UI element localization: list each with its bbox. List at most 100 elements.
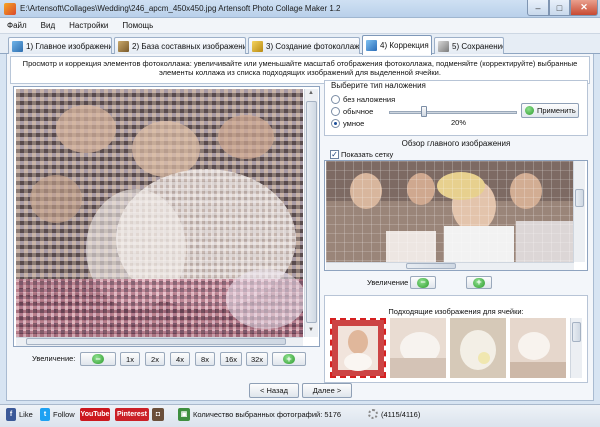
- tab-create-collage[interactable]: 3) Создание фотоколлажа: [248, 37, 360, 54]
- youtube-button[interactable]: YouTube: [80, 407, 110, 421]
- suitable-image-thumb[interactable]: [510, 318, 566, 378]
- tab-label: 1) Главное изображение: [26, 41, 112, 51]
- overlay-slider-thumb[interactable]: [421, 106, 427, 117]
- zoom-1x-button[interactable]: 1x: [120, 352, 140, 366]
- progress-text: (4115/4116): [381, 409, 421, 419]
- zoom-label: Увеличение:: [32, 354, 76, 363]
- suitable-image-thumb[interactable]: [390, 318, 446, 378]
- tab-bar: 1) Главное изображение 2) База составных…: [0, 34, 600, 55]
- scroll-down-arrow-icon[interactable]: ▼: [305, 327, 317, 333]
- facebook-icon: f: [6, 407, 16, 421]
- radio-no-overlay-label: без наложения: [343, 95, 396, 104]
- tab-label: 5) Сохранение: [452, 41, 504, 51]
- photo-count-status: ▣ Количество выбранных фотографий: 5176: [178, 407, 341, 421]
- zoom-4x-button[interactable]: 4x: [170, 352, 190, 366]
- twitter-icon: t: [40, 407, 50, 421]
- overview-vertical-scrollbar[interactable]: [573, 161, 585, 262]
- cube-icon: [366, 40, 377, 51]
- overlay-percent-value: 20%: [451, 118, 467, 127]
- image-icon: [12, 40, 23, 52]
- zoom-out-button[interactable]: −: [80, 352, 116, 366]
- menu-settings[interactable]: Настройки: [62, 21, 115, 30]
- overview-canvas[interactable]: [326, 161, 574, 262]
- scroll-thumb[interactable]: [406, 263, 456, 269]
- zoom-32x-button[interactable]: 32x: [246, 352, 268, 366]
- overlay-type-title: Выберите тип наложения: [331, 81, 426, 90]
- pinterest-logo: Pinterest: [115, 407, 149, 421]
- maximize-button[interactable]: □: [549, 0, 570, 16]
- menu-bar: Файл Вид Настройки Помощь: [0, 18, 600, 34]
- youtube-logo: YouTube: [80, 407, 110, 421]
- window-title: E:\Artensoft\Collages\Wedding\246_apcm_4…: [20, 4, 341, 13]
- progress-status: (4115/4116): [368, 407, 420, 421]
- facebook-like-button[interactable]: f Like: [6, 407, 33, 421]
- zoom-16x-button[interactable]: 16x: [220, 352, 242, 366]
- overview-zoom-in-button[interactable]: +: [466, 276, 492, 289]
- scroll-thumb[interactable]: [575, 189, 584, 207]
- instagram-icon: ◘: [152, 407, 164, 421]
- zoom-2x-button[interactable]: 2x: [145, 352, 165, 366]
- instagram-button[interactable]: ◘: [152, 407, 164, 421]
- tab-correction[interactable]: 4) Коррекция: [362, 35, 432, 55]
- minus-icon: −: [417, 277, 429, 288]
- overview-zoom-out-button[interactable]: −: [410, 276, 436, 289]
- overlay-slider-track[interactable]: [389, 111, 517, 114]
- tab-label: 4) Коррекция: [380, 41, 429, 50]
- overview-zoom-label: Увеличение: [367, 278, 409, 287]
- plus-icon: +: [473, 277, 485, 288]
- overview-horizontal-scrollbar[interactable]: [326, 262, 574, 270]
- menu-file[interactable]: Файл: [0, 21, 34, 30]
- scroll-up-arrow-icon[interactable]: ▲: [305, 90, 317, 96]
- collage-preview-canvas[interactable]: [16, 89, 303, 337]
- radio-smart-overlay-label: умное: [343, 119, 365, 128]
- suitable-images-strip[interactable]: [328, 318, 568, 378]
- twitter-follow-button[interactable]: t Follow: [40, 407, 75, 421]
- tab-main-image[interactable]: 1) Главное изображение: [8, 37, 112, 54]
- close-button[interactable]: ✕: [570, 0, 598, 16]
- save-icon: [438, 40, 449, 52]
- tab-label: 3) Создание фотоколлажа: [266, 41, 360, 51]
- menu-view[interactable]: Вид: [34, 21, 62, 30]
- apply-button-label: Применить: [537, 106, 576, 115]
- scroll-thumb[interactable]: [306, 101, 317, 323]
- tab-image-database[interactable]: 2) База составных изображений: [114, 37, 246, 54]
- radio-smart-overlay[interactable]: [331, 119, 340, 128]
- zoom-in-button[interactable]: +: [272, 352, 306, 366]
- menu-help[interactable]: Помощь: [115, 21, 160, 30]
- preview-horizontal-scrollbar[interactable]: [16, 337, 303, 346]
- zoom-8x-button[interactable]: 8x: [195, 352, 215, 366]
- app-logo-icon: [4, 3, 16, 15]
- tab-label: 2) База составных изображений: [132, 41, 246, 51]
- refresh-icon: [525, 106, 534, 115]
- photo-count-text: Количество выбранных фотографий: 5176: [193, 409, 342, 419]
- preview-vertical-scrollbar[interactable]: ▲ ▼: [304, 89, 318, 337]
- twitter-follow-label: Follow: [53, 409, 75, 419]
- database-icon: [118, 40, 129, 52]
- suitable-images-scrollbar[interactable]: [570, 318, 582, 378]
- show-grid-checkbox[interactable]: ✓: [330, 150, 339, 159]
- suitable-image-thumb[interactable]: [330, 318, 386, 378]
- facebook-like-label: Like: [19, 409, 33, 419]
- plus-icon: +: [283, 354, 295, 364]
- loading-spinner-icon: [368, 409, 378, 419]
- minimize-button[interactable]: –: [527, 0, 549, 16]
- scroll-thumb[interactable]: [572, 322, 581, 342]
- suitable-image-thumb[interactable]: [450, 318, 506, 378]
- suitable-images-title: Подходящие изображения для ячейки:: [388, 307, 524, 316]
- overview-title: Обзор главного изображения: [401, 139, 511, 148]
- scroll-thumb[interactable]: [26, 338, 286, 345]
- pinterest-button[interactable]: Pinterest: [115, 407, 149, 421]
- minus-icon: −: [92, 354, 104, 364]
- radio-normal-overlay-label: обычное: [343, 107, 374, 116]
- description-line-2: элементы коллажа из списка подходящих из…: [159, 68, 441, 77]
- show-grid-label: Показать сетку: [341, 150, 394, 159]
- radio-no-overlay[interactable]: [331, 95, 340, 104]
- magic-wand-icon: [252, 40, 263, 52]
- apply-button[interactable]: Применить: [521, 103, 579, 118]
- radio-normal-overlay[interactable]: [331, 107, 340, 116]
- next-button[interactable]: Далее >: [302, 383, 352, 398]
- tab-save[interactable]: 5) Сохранение: [434, 37, 504, 54]
- description-line-1: Просмотр и коррекция элементов фотоколла…: [22, 59, 578, 68]
- back-button[interactable]: < Назад: [249, 383, 299, 398]
- photos-icon: ▣: [178, 407, 190, 421]
